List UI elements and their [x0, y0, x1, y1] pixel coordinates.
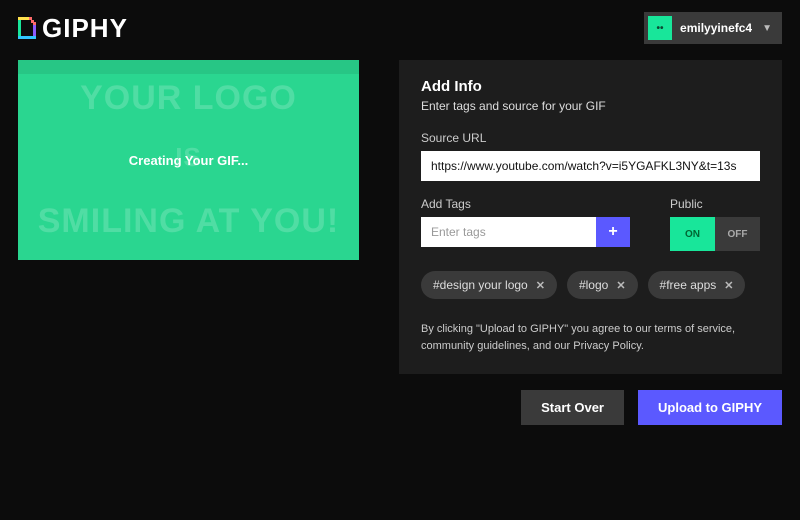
- tag-label: #logo: [579, 278, 608, 292]
- avatar: ••: [648, 16, 672, 40]
- preview-text-line3: SMILING AT YOU!: [18, 201, 359, 242]
- source-url-input[interactable]: [421, 151, 760, 181]
- tag-chips: #design your logo ✕ #logo ✕ #free apps ✕: [421, 271, 760, 299]
- disclaimer-text: By clicking "Upload to GIPHY" you agree …: [421, 321, 760, 354]
- tag-label: #free apps: [660, 278, 717, 292]
- brand-logo[interactable]: GIPHY: [18, 13, 128, 44]
- loading-status: Creating Your GIF...: [129, 153, 248, 168]
- public-toggle: ON OFF: [670, 217, 760, 251]
- panel-title: Add Info: [421, 78, 760, 95]
- tag-chip: #free apps ✕: [648, 271, 746, 299]
- gif-preview: YOUR LOGO IS SMILING AT YOU! Creating Yo…: [18, 60, 359, 260]
- upload-button[interactable]: Upload to GIPHY: [638, 390, 782, 425]
- giphy-logo-icon: [18, 17, 36, 39]
- remove-tag-icon[interactable]: ✕: [616, 279, 625, 292]
- source-url-label: Source URL: [421, 131, 760, 145]
- preview-text-line1: YOUR LOGO: [18, 78, 359, 119]
- tag-chip: #design your logo ✕: [421, 271, 557, 299]
- header: GIPHY •• emilyyinefc4 ▼: [0, 0, 800, 52]
- brand-name: GIPHY: [42, 13, 128, 44]
- user-menu[interactable]: •• emilyyinefc4 ▼: [644, 12, 782, 44]
- tag-label: #design your logo: [433, 278, 528, 292]
- start-over-button[interactable]: Start Over: [521, 390, 624, 425]
- tags-input[interactable]: [421, 217, 596, 247]
- chevron-down-icon: ▼: [762, 23, 772, 34]
- toggle-off[interactable]: OFF: [715, 217, 760, 251]
- public-label: Public: [670, 197, 760, 211]
- remove-tag-icon[interactable]: ✕: [724, 279, 733, 292]
- main-content: YOUR LOGO IS SMILING AT YOU! Creating Yo…: [0, 52, 800, 374]
- add-tag-button[interactable]: +: [596, 217, 630, 247]
- add-tags-label: Add Tags: [421, 197, 630, 211]
- tag-chip: #logo ✕: [567, 271, 638, 299]
- panel-subtitle: Enter tags and source for your GIF: [421, 99, 760, 113]
- info-panel: Add Info Enter tags and source for your …: [399, 60, 782, 374]
- remove-tag-icon[interactable]: ✕: [536, 279, 545, 292]
- toggle-on[interactable]: ON: [670, 217, 715, 251]
- footer-buttons: Start Over Upload to GIPHY: [0, 374, 800, 425]
- username: emilyyinefc4: [680, 21, 752, 35]
